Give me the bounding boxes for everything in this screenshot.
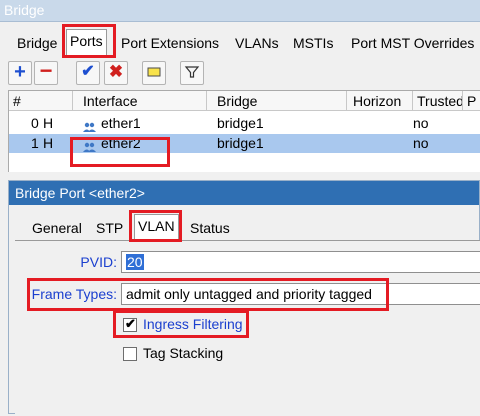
row-interface: ether1 (101, 115, 141, 131)
tab-strip: Bridge Ports Port Extensions VLANs MSTIs… (0, 22, 480, 58)
tab-bridge[interactable]: Bridge (14, 32, 60, 56)
enable-button[interactable]: ✔ (76, 61, 100, 85)
pvid-field[interactable]: 20 (121, 251, 480, 273)
tab-port-mst-overrides[interactable]: Port MST Overrides (348, 32, 477, 56)
tab-status[interactable]: Status (187, 217, 233, 239)
row-number: 0 (31, 115, 39, 131)
comment-button[interactable] (142, 61, 166, 85)
tab-general[interactable]: General (29, 217, 85, 239)
disable-button[interactable]: ✖ (104, 61, 128, 85)
column-header-number[interactable]: # (9, 91, 73, 111)
tab-mstis[interactable]: MSTIs (290, 32, 336, 56)
ingress-filtering-label: Ingress Filtering (143, 316, 243, 332)
frame-types-label: Frame Types: (31, 286, 117, 302)
row-interface: ether2 (101, 135, 141, 151)
interface-icon (83, 118, 97, 132)
add-button[interactable]: + (8, 61, 32, 85)
frame-types-field[interactable]: admit only untagged and priority tagged (121, 283, 480, 305)
dialog-title: Bridge Port <ether2> (15, 185, 145, 201)
row-flag: H (43, 115, 54, 131)
row-bridge: bridge1 (217, 135, 264, 151)
comment-icon (143, 62, 165, 84)
filter-button[interactable] (180, 61, 204, 85)
plus-icon: + (14, 61, 26, 83)
toolbar: + − ✔ ✖ (0, 58, 480, 90)
remove-button[interactable]: − (34, 58, 58, 85)
tab-vlans[interactable]: VLANs (232, 32, 282, 56)
filter-icon (181, 62, 203, 84)
table-row-selected[interactable]: 1 H ether2 bridge1 no (9, 134, 480, 153)
tab-ports[interactable]: Ports (66, 29, 107, 58)
cross-icon: ✖ (108, 62, 124, 81)
tag-stacking-checkbox[interactable] (123, 347, 137, 361)
column-header-bridge[interactable]: Bridge (207, 91, 347, 111)
ports-table: # Interface Bridge Horizon Trusted P 0 H… (8, 90, 480, 172)
frame-types-value: admit only untagged and priority tagged (126, 286, 372, 302)
pvid-value: 20 (126, 254, 144, 270)
column-header-interface[interactable]: Interface (73, 91, 207, 111)
table-row[interactable]: 0 H ether1 bridge1 no (9, 114, 480, 133)
tab-vlan[interactable]: VLAN (134, 214, 179, 241)
dialog-title-bar[interactable]: Bridge Port <ether2> (9, 181, 479, 205)
row-flag: H (43, 135, 54, 151)
column-header-p[interactable]: P (463, 91, 480, 111)
ingress-filtering-checkbox[interactable]: ✔ (123, 316, 137, 332)
check-icon: ✔ (81, 63, 95, 80)
row-trusted: no (413, 115, 429, 131)
column-header-horizon[interactable]: Horizon (347, 91, 413, 111)
window-title-bar: Bridge (0, 0, 480, 22)
minus-icon: − (39, 58, 53, 83)
tag-stacking-label: Tag Stacking (143, 345, 224, 361)
tab-stp[interactable]: STP (93, 217, 126, 239)
tab-port-extensions[interactable]: Port Extensions (118, 32, 222, 56)
interface-icon (83, 138, 97, 152)
window-title: Bridge (4, 2, 45, 18)
row-bridge: bridge1 (217, 115, 264, 131)
column-header-trusted[interactable]: Trusted (413, 91, 463, 111)
bridge-port-dialog: Bridge Port <ether2> General STP VLAN St… (8, 180, 480, 416)
row-trusted: no (413, 135, 429, 151)
check-icon: ✔ (125, 316, 136, 331)
row-number: 1 (31, 135, 39, 151)
pvid-label: PVID: (80, 254, 117, 270)
